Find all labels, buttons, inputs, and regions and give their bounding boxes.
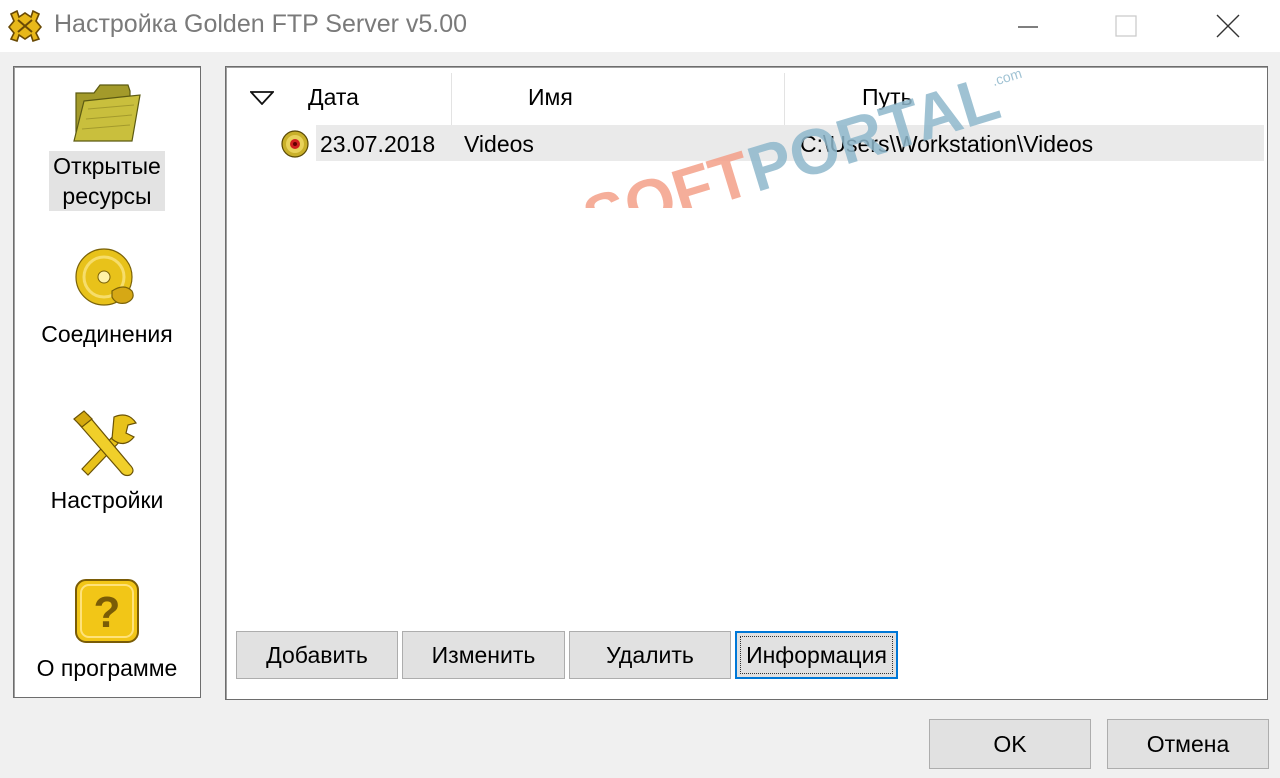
- shared-resource-icon: [281, 130, 309, 158]
- close-button[interactable]: [1180, 0, 1276, 52]
- folder-icon: [73, 84, 141, 142]
- title-bar: Настройка Golden FTP Server v5.00: [0, 0, 1280, 52]
- sidebar: Открытые ресурсы Соединения Настройки ? …: [13, 66, 201, 698]
- ok-button[interactable]: OK: [929, 719, 1091, 769]
- app-logo-icon: [8, 10, 42, 42]
- tools-icon: [73, 410, 137, 477]
- cancel-button[interactable]: Отмена: [1107, 719, 1269, 769]
- sidebar-item-label: О программе: [36, 655, 178, 681]
- column-divider[interactable]: [451, 73, 452, 125]
- maximize-button[interactable]: [1078, 0, 1174, 52]
- cell-date: 23.07.2018: [320, 131, 436, 157]
- help-icon: ?: [75, 579, 139, 643]
- cell-name: Videos: [464, 131, 534, 157]
- watermark-text-soft: SOFT: [575, 137, 759, 208]
- watermark-text-suffix: .com: [990, 68, 1024, 89]
- sidebar-item-label: Открытые ресурсы: [49, 151, 165, 211]
- minimize-icon: [1018, 26, 1038, 28]
- svg-text:?: ?: [94, 588, 121, 637]
- delete-button[interactable]: Удалить: [569, 631, 731, 679]
- close-icon: [1216, 14, 1240, 38]
- watermark-text-portal: PORTAL: [739, 68, 1007, 206]
- info-button[interactable]: Информация: [735, 631, 898, 679]
- window-title: Настройка Golden FTP Server v5.00: [54, 10, 468, 38]
- sidebar-item-shared-resources[interactable]: Открытые ресурсы: [14, 79, 200, 211]
- sidebar-item-settings[interactable]: Настройки: [14, 409, 200, 515]
- column-header-date[interactable]: Дата: [308, 69, 359, 125]
- softportal-watermark: SOFT PORTAL .com: [575, 68, 1024, 208]
- sort-descending-icon[interactable]: [250, 91, 274, 105]
- add-button[interactable]: Добавить: [236, 631, 398, 679]
- sidebar-item-label: Соединения: [41, 321, 173, 347]
- sidebar-item-connections[interactable]: Соединения: [14, 245, 200, 349]
- maximize-icon: [1115, 15, 1137, 37]
- sidebar-item-about[interactable]: ? О программе: [14, 577, 200, 683]
- sidebar-item-label: Настройки: [50, 487, 164, 513]
- minimize-button[interactable]: [980, 0, 1076, 52]
- edit-button[interactable]: Изменить: [402, 631, 565, 679]
- connections-disc-icon: [75, 248, 134, 306]
